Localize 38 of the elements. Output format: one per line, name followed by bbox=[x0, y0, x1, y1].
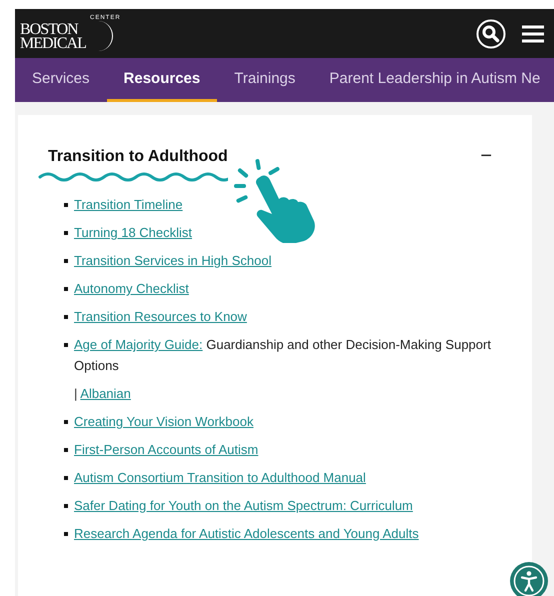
resource-link[interactable]: Research Agenda for Autistic Adolescents and Young Adults bbox=[74, 526, 419, 541]
nav-tab[interactable]: Trainings bbox=[217, 58, 312, 102]
resource-link[interactable]: Transition Services in High School bbox=[74, 253, 272, 268]
language-link[interactable]: Albanian bbox=[80, 386, 131, 401]
logo-text: MEDICAL bbox=[20, 36, 87, 50]
collapse-button[interactable]: − bbox=[476, 145, 496, 168]
menu-icon bbox=[522, 24, 544, 42]
menu-button[interactable] bbox=[522, 24, 544, 42]
bullet-icon bbox=[64, 476, 68, 480]
nav-tab[interactable]: Parent Leadership in Autism Ne bbox=[312, 58, 554, 102]
bullet-icon bbox=[64, 203, 68, 207]
resource-link[interactable]: Creating Your Vision Workbook bbox=[74, 414, 254, 429]
search-button[interactable] bbox=[476, 18, 506, 48]
resource-link[interactable]: Autism Consortium Transition to Adulthood Manual bbox=[74, 470, 366, 485]
resource-link[interactable]: First-Person Accounts of Autism bbox=[74, 442, 258, 457]
bullet-icon bbox=[64, 231, 68, 235]
bullet-icon bbox=[64, 532, 68, 536]
bullet-icon bbox=[64, 420, 68, 424]
resource-link[interactable]: Autonomy Checklist bbox=[74, 281, 189, 296]
resource-link[interactable]: Age of Majority Guide: bbox=[74, 337, 203, 352]
resource-description: Age of Majority Guide: Guardianship and other Decision-Making Support Options bbox=[74, 336, 492, 375]
search-icon bbox=[476, 18, 506, 48]
bullet-icon bbox=[64, 259, 68, 263]
separator: | bbox=[74, 386, 78, 401]
bullet-icon bbox=[64, 448, 68, 452]
accessibility-icon bbox=[513, 565, 545, 596]
bullet-icon bbox=[64, 287, 68, 291]
accessibility-button[interactable] bbox=[510, 562, 548, 596]
resource-link[interactable]: Transition Timeline bbox=[74, 197, 183, 212]
bullet-icon bbox=[64, 504, 68, 508]
resource-link[interactable]: Turning 18 Checklist bbox=[74, 225, 192, 240]
logo-text: BOSTON bbox=[20, 22, 78, 36]
bullet-icon bbox=[64, 315, 68, 319]
bullet-icon bbox=[64, 343, 68, 347]
resource-link[interactable]: Transition Resources to Know bbox=[74, 309, 247, 324]
resource-link[interactable]: Safer Dating for Youth on the Autism Spectrum: Curriculum bbox=[74, 498, 413, 513]
section-title: Transition to Adulthood bbox=[48, 148, 228, 166]
nav-tab[interactable]: Services bbox=[15, 58, 107, 102]
